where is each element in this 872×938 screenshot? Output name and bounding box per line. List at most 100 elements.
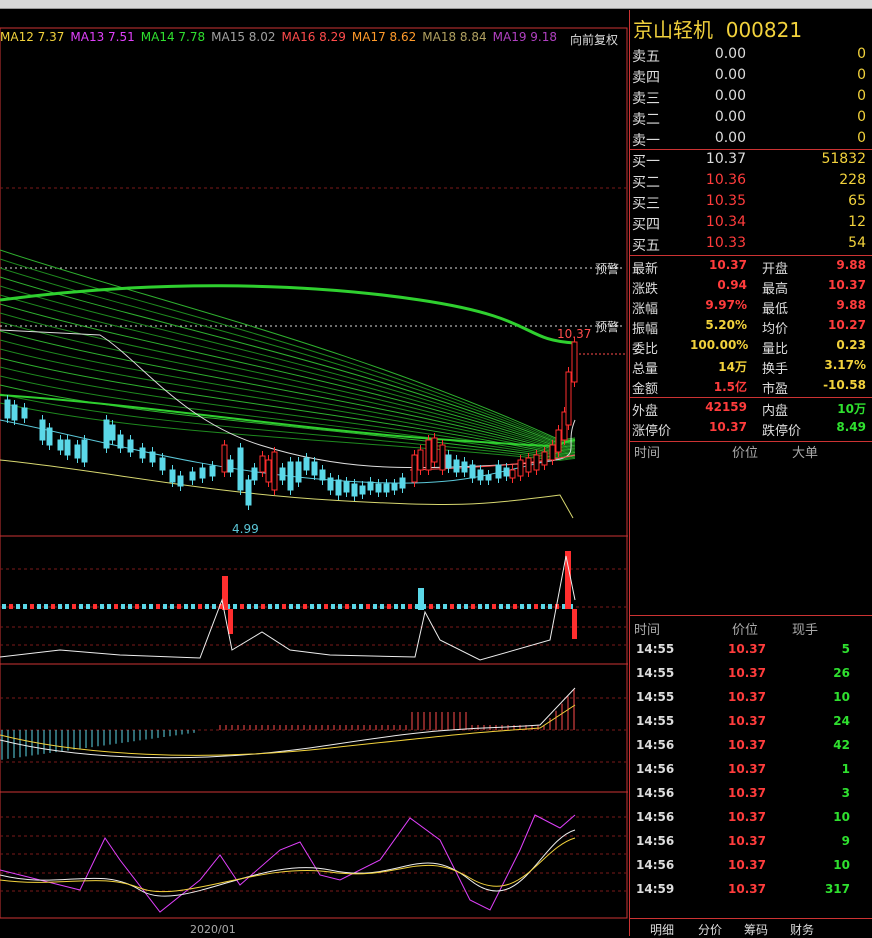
level-volume: 0 xyxy=(857,88,866,104)
info-label: 振幅 xyxy=(632,322,659,337)
kdj-j-line xyxy=(0,814,576,913)
ma-line xyxy=(0,312,576,449)
trade-price: 10.37 xyxy=(728,858,766,872)
buy-level-row[interactable]: 买一 10.37 51832 xyxy=(630,149,868,170)
candle-body xyxy=(279,467,286,481)
candle-body xyxy=(445,454,452,469)
quote-info-row: 金额 1.5亿 市盈 -10.58 xyxy=(630,376,870,397)
volume-bar xyxy=(282,604,286,609)
trades-time-header: 时间 xyxy=(634,623,661,638)
info-value: 0.94 xyxy=(717,278,747,292)
volume-bar xyxy=(565,551,571,609)
volume-bar xyxy=(408,604,412,609)
volume-bar xyxy=(317,604,321,609)
trade-row[interactable]: 14:56 10.37 3 xyxy=(630,782,870,806)
trade-row[interactable]: 14:56 10.37 1 xyxy=(630,758,870,782)
trade-row[interactable]: 14:55 10.37 10 xyxy=(630,686,870,710)
trade-qty: 317 xyxy=(824,882,850,896)
date-axis-label: 2020/01 xyxy=(190,923,236,936)
trade-qty: 1 xyxy=(841,762,850,776)
tab-chips[interactable]: 筹码 xyxy=(744,921,768,938)
info-label: 换手 xyxy=(762,362,789,377)
level-price: 0.00 xyxy=(714,88,746,104)
trade-qty: 42 xyxy=(833,738,850,752)
candle-body xyxy=(335,479,342,496)
volume-bar xyxy=(51,604,55,609)
trade-time: 14:56 xyxy=(636,858,675,872)
trade-row[interactable]: 14:55 10.37 26 xyxy=(630,662,870,686)
sell-level-row[interactable]: 卖三 0.00 0 xyxy=(630,86,868,107)
candle-body xyxy=(327,477,334,491)
divider xyxy=(630,615,872,616)
trade-price: 10.37 xyxy=(728,642,766,656)
ma-line xyxy=(0,303,576,448)
trade-time: 14:56 xyxy=(636,810,675,824)
candle-body xyxy=(46,427,53,446)
info-label: 最低 xyxy=(762,302,789,317)
volume-bar xyxy=(506,604,510,609)
trade-row[interactable]: 14:56 10.37 42 xyxy=(630,734,870,758)
volume-bar xyxy=(478,604,482,609)
volume-bar xyxy=(72,604,76,609)
trade-row[interactable]: 14:59 10.37 317 xyxy=(630,878,870,902)
volume-bar xyxy=(303,604,307,609)
sell-level-row[interactable]: 卖四 0.00 0 xyxy=(630,65,868,86)
buy-level-row[interactable]: 买四 10.34 12 xyxy=(630,212,868,233)
volume-bar xyxy=(418,588,424,610)
volume-bar xyxy=(142,604,146,609)
trade-time: 14:56 xyxy=(636,738,675,752)
trade-row[interactable]: 14:56 10.37 10 xyxy=(630,854,870,878)
ma-legend-item: MA16 8.29 xyxy=(281,30,346,44)
sell-level-row[interactable]: 卖二 0.00 0 xyxy=(630,107,868,128)
volume-bar xyxy=(366,604,370,609)
ma-line xyxy=(0,249,576,441)
trade-qty: 3 xyxy=(841,786,850,800)
level-price: 10.37 xyxy=(705,151,746,167)
tab-price-distribution[interactable]: 分价 xyxy=(698,921,722,938)
volume-bar xyxy=(450,604,454,609)
trade-qty: 5 xyxy=(841,642,850,656)
chart-area[interactable] xyxy=(0,10,628,936)
bigorder-price-header: 价位 xyxy=(732,446,759,461)
window-top-bar xyxy=(0,0,872,9)
candle-body xyxy=(417,449,424,471)
trade-price: 10.37 xyxy=(728,882,766,896)
trade-qty: 10 xyxy=(833,810,850,824)
trade-price: 10.37 xyxy=(728,690,766,704)
info-value: 10.37 xyxy=(828,278,866,292)
volume-bar xyxy=(443,604,447,609)
buy-level-row[interactable]: 买五 10.33 54 xyxy=(630,233,868,254)
volume-bar xyxy=(457,604,461,609)
quote-info-row: 涨跌 0.94 最高 10.37 xyxy=(630,276,870,297)
level-volume: 54 xyxy=(848,235,866,251)
candle-body xyxy=(495,464,502,479)
tab-finance[interactable]: 财务 xyxy=(790,921,814,938)
candle-body xyxy=(351,483,358,497)
candle-body xyxy=(189,471,196,481)
volume-bar xyxy=(387,604,391,609)
trade-row[interactable]: 14:55 10.37 24 xyxy=(630,710,870,734)
sell-level-row[interactable]: 卖一 0.00 0 xyxy=(630,128,868,149)
level-price: 10.36 xyxy=(705,172,746,188)
trade-row[interactable]: 14:56 10.37 10 xyxy=(630,806,870,830)
sell-level-row[interactable]: 卖五 0.00 0 xyxy=(630,44,868,65)
buy-level-row[interactable]: 买三 10.35 65 xyxy=(630,191,868,212)
trade-price: 10.37 xyxy=(728,786,766,800)
buy-level-row[interactable]: 买二 10.36 228 xyxy=(630,170,868,191)
trade-row[interactable]: 14:55 10.37 5 xyxy=(630,638,870,662)
info-value: 9.88 xyxy=(836,258,866,272)
info-value: 14万 xyxy=(718,360,747,374)
info-value: 42159 xyxy=(705,400,747,414)
candle-body xyxy=(127,439,134,453)
candle-body xyxy=(571,341,578,383)
candle-body xyxy=(57,439,64,451)
trade-qty: 10 xyxy=(833,858,850,872)
restore-mode-button[interactable]: 向前复权 xyxy=(570,31,618,48)
volume-bar xyxy=(310,604,314,609)
tab-detail[interactable]: 明细 xyxy=(650,921,674,938)
info-value: 8.49 xyxy=(836,420,866,434)
level-label: 卖三 xyxy=(632,91,660,107)
level-label: 卖二 xyxy=(632,112,660,128)
kline-chart[interactable] xyxy=(0,10,628,936)
trade-row[interactable]: 14:56 10.37 9 xyxy=(630,830,870,854)
